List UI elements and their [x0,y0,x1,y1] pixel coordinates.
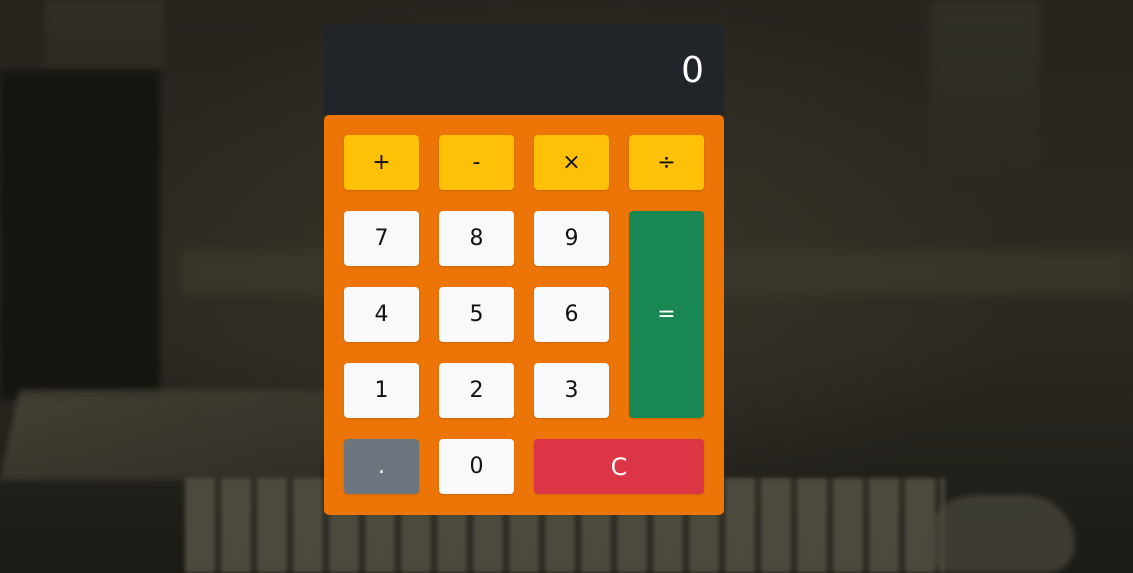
digit-5-button[interactable]: 5 [439,287,514,342]
multiply-button[interactable]: × [534,135,609,190]
clear-button[interactable]: C [534,439,704,494]
calculator-keypad: + - × ÷ 7 8 9 = 4 5 6 1 2 3 . 0 C [324,115,724,515]
background-window [930,0,1040,180]
digit-0-button[interactable]: 0 [439,439,514,494]
calculator-display: 0 [324,25,724,115]
digit-7-button[interactable]: 7 [344,211,419,266]
digit-3-button[interactable]: 3 [534,363,609,418]
equals-button[interactable]: = [629,211,704,418]
subtract-button[interactable]: - [439,135,514,190]
digit-8-button[interactable]: 8 [439,211,514,266]
background-window [45,0,165,70]
digit-2-button[interactable]: 2 [439,363,514,418]
digit-9-button[interactable]: 9 [534,211,609,266]
background-mouse [925,495,1075,573]
background-laptop [0,390,340,480]
decimal-button[interactable]: . [344,439,419,494]
digit-6-button[interactable]: 6 [534,287,609,342]
digit-4-button[interactable]: 4 [344,287,419,342]
add-button[interactable]: + [344,135,419,190]
display-value: 0 [681,49,704,91]
digit-1-button[interactable]: 1 [344,363,419,418]
divide-button[interactable]: ÷ [629,135,704,190]
background-monitor [0,70,160,400]
calculator: 0 + - × ÷ 7 8 9 = 4 5 6 1 2 3 . 0 C [324,25,724,515]
